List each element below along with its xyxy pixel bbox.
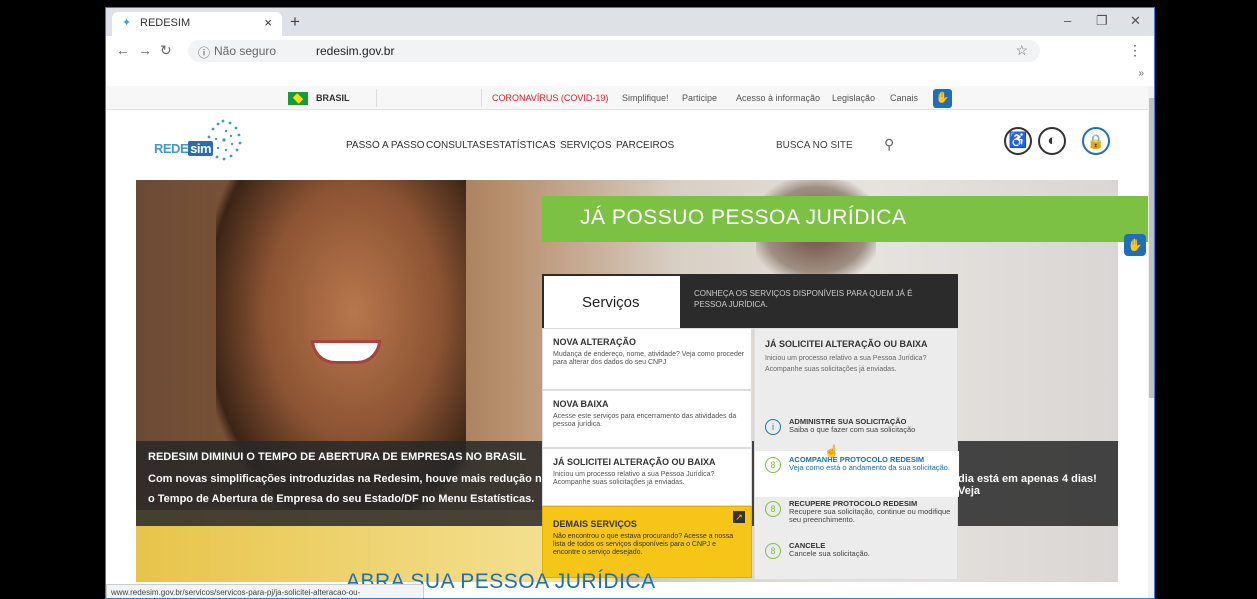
card-description: Não encontrou o que estava procurando? A… xyxy=(553,533,734,556)
url-text[interactable]: redesim.gov.br xyxy=(316,44,394,58)
tab-servicos[interactable]: Serviços xyxy=(544,276,680,328)
accessibility-tools: ♿ ◐ 🔒 xyxy=(1004,127,1114,159)
search-icon[interactable]: ⚲ xyxy=(884,136,894,153)
news-text-line1: Com novas simplificações introduzidas na… xyxy=(148,473,595,485)
info-icon[interactable]: ⓘ xyxy=(198,44,210,61)
divider xyxy=(376,89,377,107)
vlibras-icon[interactable]: ✋ xyxy=(933,89,952,108)
maximize-button[interactable]: ❐ xyxy=(1096,13,1108,29)
tab-bar: ✦ REDESIM × + – ❐ ✕ xyxy=(106,8,1154,36)
covid-link[interactable]: CORONAVÍRUS (COVID-19) xyxy=(492,93,608,103)
minimize-button[interactable]: – xyxy=(1064,13,1071,28)
legislacao-link[interactable]: Legislação xyxy=(832,93,875,103)
item-description: Saiba o que fazer com sua solicitação xyxy=(789,425,916,434)
menu-parceiros[interactable]: PARCEIROS xyxy=(616,140,674,151)
item-description: Veja como está o andamento da sua solici… xyxy=(789,463,950,472)
divider xyxy=(481,89,482,107)
brazil-flag-icon xyxy=(288,92,308,105)
panel-description: Iniciou um processo relativo a sua Pesso… xyxy=(765,355,927,373)
card-title: NOVA ALTERAÇÃO xyxy=(553,337,636,347)
card-description: Mudança de endereço, nome, atividade? Ve… xyxy=(553,351,745,366)
item-description: Recupere sua solicitação, continue ou mo… xyxy=(789,507,951,524)
simplifique-link[interactable]: Simplifique! xyxy=(622,93,669,103)
forward-icon[interactable]: → xyxy=(138,42,152,58)
acesso-informacao-link[interactable]: Acesso à informação xyxy=(736,93,820,103)
card-nova-baixa[interactable]: NOVA BAIXA Acesse este serviços para enc… xyxy=(542,390,752,448)
lock-icon[interactable]: 🔒 xyxy=(1082,127,1110,155)
news-heading[interactable]: REDESIM DIMINUI O TEMPO DE ABERTURA DE E… xyxy=(148,451,526,463)
card-demais-servicos[interactable]: ↗ DEMAIS SERVIÇOS Não encontrou o que es… xyxy=(542,506,752,578)
news-text-line3: dia está em apenas 4 dias! Veja xyxy=(958,473,1097,497)
back-icon[interactable]: ← xyxy=(116,42,130,58)
gov-bar: BRASIL CORONAVÍRUS (COVID-19) Simplifiqu… xyxy=(106,86,1148,110)
participe-link[interactable]: Participe xyxy=(682,93,717,103)
item-acompanhe[interactable]: 8 ACOMPANHE PROTOCOLO REDESIM Veja como … xyxy=(755,451,959,497)
menu-servicos[interactable]: SERVIÇOS xyxy=(560,140,612,151)
site-search[interactable]: BUSCA NO SITE ⚲ xyxy=(756,132,916,158)
menu-consultas[interactable]: CONSULTAS xyxy=(426,140,486,151)
services-header: Serviços CONHEÇA OS SERVIÇOS DISPONÍVEIS… xyxy=(542,274,958,328)
address-toolbar: ← → ↻ ⓘ Não seguro redesim.gov.br ☆ ⋮ xyxy=(106,36,1154,66)
browser-window: ✦ REDESIM × + – ❐ ✕ ← → ↻ ⓘ Não seguro r… xyxy=(105,7,1155,599)
scrollbar[interactable] xyxy=(1148,86,1154,598)
card-title: NOVA BAIXA xyxy=(553,399,609,409)
scrollbar-thumb[interactable] xyxy=(1149,98,1154,398)
card-description: Acesse este serviços para encerramento d… xyxy=(553,413,737,428)
ja-solicitei-panel: JÁ SOLICITEI ALTERAÇÃO OU BAIXA Iniciou … xyxy=(754,328,959,583)
tab-close-icon[interactable]: × xyxy=(264,15,272,30)
menu-kebab-icon[interactable]: ⋮ xyxy=(1128,42,1142,59)
bookmarks-bar: » xyxy=(106,66,1154,86)
accessibility-icon[interactable]: ♿ xyxy=(1004,127,1032,155)
protocol-icon: 8 xyxy=(765,543,781,559)
canais-link[interactable]: Canais xyxy=(890,93,918,103)
card-title: JÁ SOLICITEI ALTERAÇÃO OU BAIXA xyxy=(553,457,716,467)
vlibras-floating-icon[interactable]: ✋ xyxy=(1124,234,1146,256)
services-description: CONHEÇA OS SERVIÇOS DISPONÍVEIS PARA QUE… xyxy=(694,289,913,309)
close-window-button[interactable]: ✕ xyxy=(1130,13,1141,29)
address-bar[interactable]: ⓘ Não seguro redesim.gov.br ☆ xyxy=(188,40,1040,62)
menu-estatisticas[interactable]: ESTATÍSTICAS xyxy=(486,140,556,151)
external-link-icon: ↗ xyxy=(733,511,745,523)
protocol-icon: 8 xyxy=(765,457,781,473)
logo-text: REDE sim xyxy=(154,141,214,156)
card-ja-solicitei[interactable]: JÁ SOLICITEI ALTERAÇÃO OU BAIXA Iniciou … xyxy=(542,448,752,506)
info-icon: i xyxy=(765,419,781,435)
card-description: Iniciou um processo relativo a sua Pesso… xyxy=(553,471,715,486)
banner-ja-possuo: JÁ POSSUO PESSOA JURÍDICA xyxy=(542,196,1148,242)
favicon-icon: ✦ xyxy=(122,17,132,29)
protocol-icon: 8 xyxy=(765,501,781,517)
item-cancele[interactable]: 8 CANCELE Cancele sua solicitação. xyxy=(755,537,959,583)
redesim-logo[interactable]: REDE sim xyxy=(154,116,264,170)
bookmark-star-icon[interactable]: ☆ xyxy=(1015,42,1028,59)
site-header: REDE sim PASSO A PASSO CONSULTAS ESTATÍST… xyxy=(136,110,1118,180)
status-bar: www.redesim.gov.br/servicos/servicos-par… xyxy=(106,584,424,598)
item-description: Cancele sua solicitação. xyxy=(789,549,870,558)
gov-brasil-link[interactable]: BRASIL xyxy=(316,93,350,103)
tab-servicos-label: Serviços xyxy=(582,294,640,311)
item-recupere[interactable]: 8 RECUPERE PROTOCOLO REDESIM Recupere su… xyxy=(755,495,959,541)
tab-title: REDESIM xyxy=(140,17,191,29)
card-title: DEMAIS SERVIÇOS xyxy=(553,519,637,529)
search-input[interactable]: BUSCA NO SITE xyxy=(776,140,853,151)
panel-title: JÁ SOLICITEI ALTERAÇÃO OU BAIXA xyxy=(765,339,928,349)
screen: ✦ REDESIM × + – ❐ ✕ ← → ↻ ⓘ Não seguro r… xyxy=(0,0,1257,599)
reload-icon[interactable]: ↻ xyxy=(160,42,172,59)
page-viewport: BRASIL CORONAVÍRUS (COVID-19) Simplifiqu… xyxy=(106,86,1148,598)
banner-title: JÁ POSSUO PESSOA JURÍDICA xyxy=(580,206,907,229)
bookmarks-overflow-icon[interactable]: » xyxy=(1138,68,1144,79)
browser-tab[interactable]: ✦ REDESIM × xyxy=(112,12,282,36)
contrast-icon[interactable]: ◐ xyxy=(1038,127,1066,155)
news-text-line2: o Tempo de Abertura de Empresa do seu Es… xyxy=(148,493,535,505)
new-tab-button[interactable]: + xyxy=(290,12,300,32)
menu-passo-a-passo[interactable]: PASSO A PASSO xyxy=(346,140,425,151)
not-secure-label: Não seguro xyxy=(214,44,277,58)
hand-cursor-icon: ☝ xyxy=(824,444,839,458)
card-nova-alteracao[interactable]: NOVA ALTERAÇÃO Mudança de endereço, nome… xyxy=(542,328,752,390)
